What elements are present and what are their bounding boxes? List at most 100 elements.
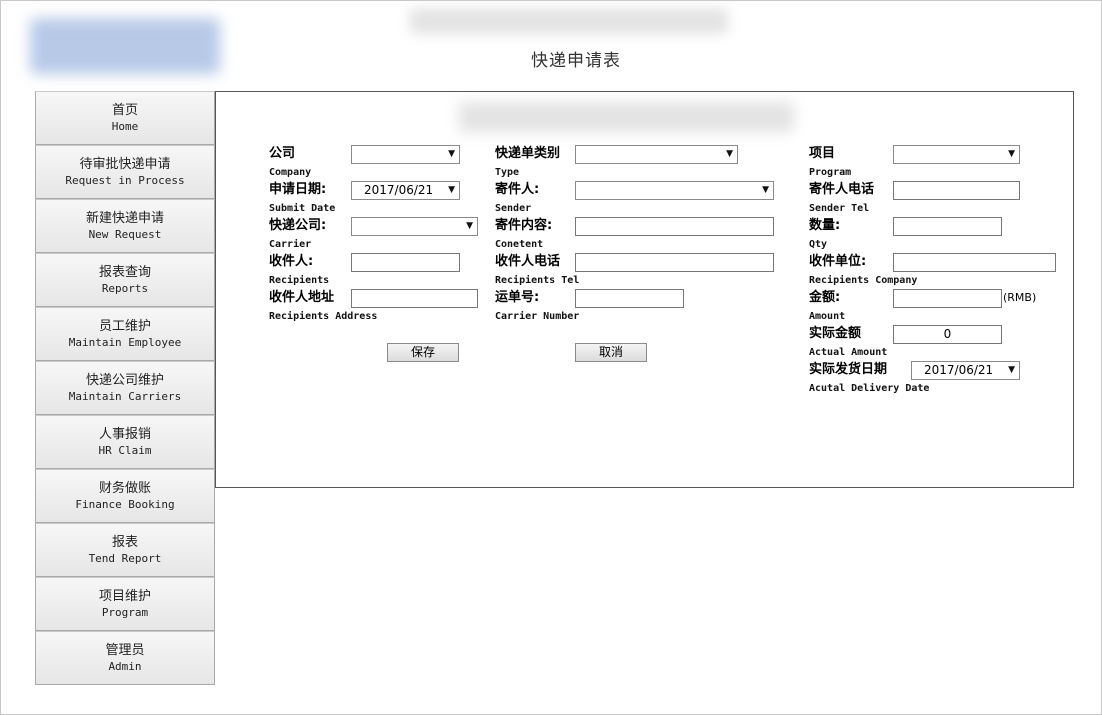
sidebar-item-home[interactable]: 首页 Home — [35, 91, 215, 145]
carrier-sublabel: Carrier — [269, 239, 312, 250]
carrier-number-input[interactable] — [575, 289, 684, 308]
recipients-label: 收件人: — [269, 254, 314, 269]
sender-label: 寄件人: — [495, 182, 540, 197]
page-title: 快递申请表 — [531, 51, 621, 71]
carrier-number-label: 运单号: — [495, 290, 540, 305]
sidebar-item-maintain-employee[interactable]: 员工维护 Maintain Employee — [35, 307, 215, 361]
sidebar-item-label: 新建快递申请 — [85, 210, 164, 226]
content-input[interactable] — [575, 217, 774, 236]
sidebar-item-sublabel: HR Claim — [98, 443, 152, 457]
submit-date-value: 2017/06/21 — [364, 183, 434, 197]
recipients-address-sublabel: Recipients Address — [269, 311, 378, 322]
company-sublabel: Company — [269, 167, 312, 178]
sidebar-item-label: 财务做账 — [98, 480, 151, 496]
sidebar-item-sublabel: Reports — [101, 281, 149, 295]
sidebar-item-sublabel: Home — [111, 119, 139, 133]
sidebar-item-new-request[interactable]: 新建快递申请 New Request — [35, 199, 215, 253]
cancel-button[interactable]: 取消 — [575, 343, 647, 362]
chevron-down-icon: ▼ — [762, 185, 769, 195]
sidebar-item-label: 项目维护 — [98, 588, 151, 604]
recipients-company-label: 收件单位: — [809, 254, 867, 269]
sidebar-item-label: 员工维护 — [98, 318, 151, 334]
request-form-panel: 公司 Company ▼ 申请日期: Submit Date 2017/06/2… — [215, 91, 1074, 488]
submit-date-sublabel: Submit Date — [269, 203, 336, 214]
content-sublabel: Conetent — [495, 239, 544, 250]
sidebar-item-label: 管理员 — [105, 642, 145, 658]
qty-sublabel: Qty — [809, 239, 828, 250]
actual-amount-label: 实际金额 — [809, 326, 862, 341]
delivery-date-label: 实际发货日期 — [809, 362, 888, 377]
amount-label: 金额: — [809, 290, 841, 305]
carrier-select[interactable]: ▼ — [351, 217, 478, 236]
sidebar-item-label: 首页 — [111, 102, 138, 118]
type-sublabel: Type — [495, 167, 520, 178]
type-label: 快递单类别 — [495, 146, 561, 161]
chevron-down-icon: ▼ — [726, 149, 733, 159]
recipients-tel-input[interactable] — [575, 253, 774, 272]
amount-input[interactable] — [893, 289, 1002, 308]
sidebar-nav: 首页 Home 待审批快递申请 Request in Process 新建快递申… — [35, 91, 215, 685]
amount-unit: (RMB) — [1003, 291, 1037, 304]
save-button[interactable]: 保存 — [387, 343, 459, 362]
carrier-label: 快递公司: — [269, 218, 327, 233]
chevron-down-icon: ▼ — [466, 221, 473, 231]
sidebar-item-admin[interactable]: 管理员 Admin — [35, 631, 215, 685]
recipients-company-sublabel: Recipients Company — [809, 275, 918, 286]
content-label: 寄件内容: — [495, 218, 553, 233]
sender-tel-sublabel: Sender Tel — [809, 203, 870, 214]
header-banner — [410, 8, 728, 34]
qty-input[interactable] — [893, 217, 1002, 236]
sidebar-item-label: 人事报销 — [98, 426, 151, 442]
company-label: 公司 — [269, 146, 296, 161]
submit-date-picker[interactable]: 2017/06/21 ▼ — [351, 181, 460, 200]
sidebar-item-label: 报表 — [111, 534, 138, 550]
type-select[interactable]: ▼ — [575, 145, 738, 164]
company-select[interactable]: ▼ — [351, 145, 460, 164]
recipients-sublabel: Recipients — [269, 275, 330, 286]
chevron-down-icon: ▼ — [1008, 149, 1015, 159]
sidebar-item-tend-report[interactable]: 报表 Tend Report — [35, 523, 215, 577]
sidebar-item-reports[interactable]: 报表查询 Reports — [35, 253, 215, 307]
sidebar-item-sublabel: Request in Process — [65, 173, 185, 187]
program-label: 项目 — [809, 146, 836, 161]
sidebar-item-label: 报表查询 — [98, 264, 151, 280]
sender-tel-label: 寄件人电话 — [809, 182, 875, 197]
sidebar-item-sublabel: Admin — [108, 659, 142, 673]
sidebar-item-sublabel: Maintain Employee — [68, 335, 182, 349]
sidebar-item-request-in-process[interactable]: 待审批快递申请 Request in Process — [35, 145, 215, 199]
sidebar-item-label: 快递公司维护 — [85, 372, 164, 388]
sidebar-item-program[interactable]: 项目维护 Program — [35, 577, 215, 631]
sidebar-item-sublabel: Maintain Carriers — [68, 389, 182, 403]
chevron-down-icon: ▼ — [448, 185, 455, 195]
chevron-down-icon: ▼ — [1008, 365, 1015, 375]
carrier-number-sublabel: Carrier Number — [495, 311, 580, 322]
program-select[interactable]: ▼ — [893, 145, 1020, 164]
actual-amount-input[interactable]: 0 — [893, 325, 1002, 344]
sender-sublabel: Sender — [495, 203, 532, 214]
actual-amount-sublabel: Actual Amount — [809, 347, 888, 358]
sidebar-item-finance-booking[interactable]: 财务做账 Finance Booking — [35, 469, 215, 523]
sidebar-item-sublabel: Program — [101, 605, 149, 619]
delivery-date-sublabel: Acutal Delivery Date — [809, 383, 930, 394]
sender-select[interactable]: ▼ — [575, 181, 774, 200]
form-header-banner — [459, 102, 794, 132]
recipients-input[interactable] — [351, 253, 460, 272]
sender-tel-input[interactable] — [893, 181, 1020, 200]
recipients-address-label: 收件人地址 — [269, 290, 335, 305]
recipients-company-input[interactable] — [893, 253, 1056, 272]
sidebar-item-hr-claim[interactable]: 人事报销 HR Claim — [35, 415, 215, 469]
chevron-down-icon: ▼ — [448, 149, 455, 159]
delivery-date-picker[interactable]: 2017/06/21 ▼ — [911, 361, 1020, 380]
sidebar-item-maintain-carriers[interactable]: 快递公司维护 Maintain Carriers — [35, 361, 215, 415]
recipients-address-input[interactable] — [351, 289, 478, 308]
submit-date-label: 申请日期: — [269, 182, 327, 197]
delivery-date-value: 2017/06/21 — [924, 363, 994, 377]
recipients-tel-sublabel: Recipients Tel — [495, 275, 580, 286]
qty-label: 数量: — [809, 218, 841, 233]
recipients-tel-label: 收件人电话 — [495, 254, 561, 269]
sidebar-item-sublabel: New Request — [88, 227, 162, 241]
amount-sublabel: Amount — [809, 311, 846, 322]
program-sublabel: Program — [809, 167, 852, 178]
sidebar-item-sublabel: Finance Booking — [75, 497, 175, 511]
sidebar-item-label: 待审批快递申请 — [79, 156, 171, 172]
